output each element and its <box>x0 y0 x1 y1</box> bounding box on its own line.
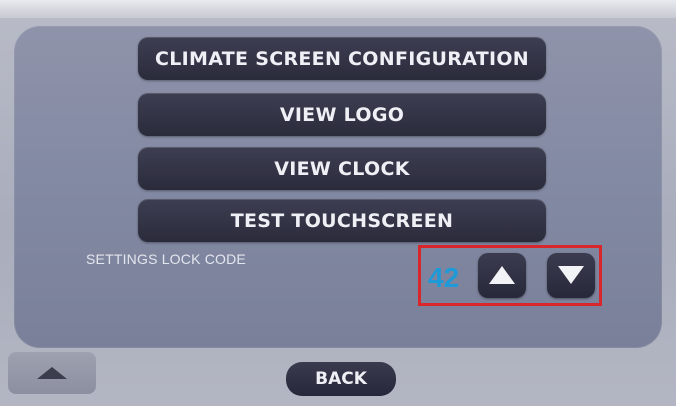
scroll-up-button[interactable] <box>8 352 96 394</box>
menu-item-label: VIEW LOGO <box>279 103 405 126</box>
lock-code-increment-button[interactable] <box>478 253 526 298</box>
back-button[interactable]: BACK <box>286 362 396 396</box>
lock-code-decrement-button[interactable] <box>547 253 595 298</box>
menu-item-label: VIEW CLOCK <box>274 157 410 180</box>
screen-bezel <box>0 0 676 18</box>
triangle-up-icon <box>489 266 515 284</box>
test-touchscreen-button[interactable]: TEST TOUCHSCREEN <box>138 199 546 242</box>
back-button-label: BACK <box>315 369 367 389</box>
triangle-up-icon <box>37 367 67 379</box>
view-clock-button[interactable]: VIEW CLOCK <box>138 147 546 190</box>
climate-screen-configuration-button[interactable]: CLIMATE SCREEN CONFIGURATION <box>138 37 546 80</box>
settings-lock-code-label: SETTINGS LOCK CODE <box>86 251 246 267</box>
menu-item-label: TEST TOUCHSCREEN <box>230 209 454 232</box>
menu-item-label: CLIMATE SCREEN CONFIGURATION <box>155 47 529 70</box>
view-logo-button[interactable]: VIEW LOGO <box>138 93 546 136</box>
lock-code-value: 42 <box>428 262 460 293</box>
triangle-down-icon <box>558 266 584 284</box>
